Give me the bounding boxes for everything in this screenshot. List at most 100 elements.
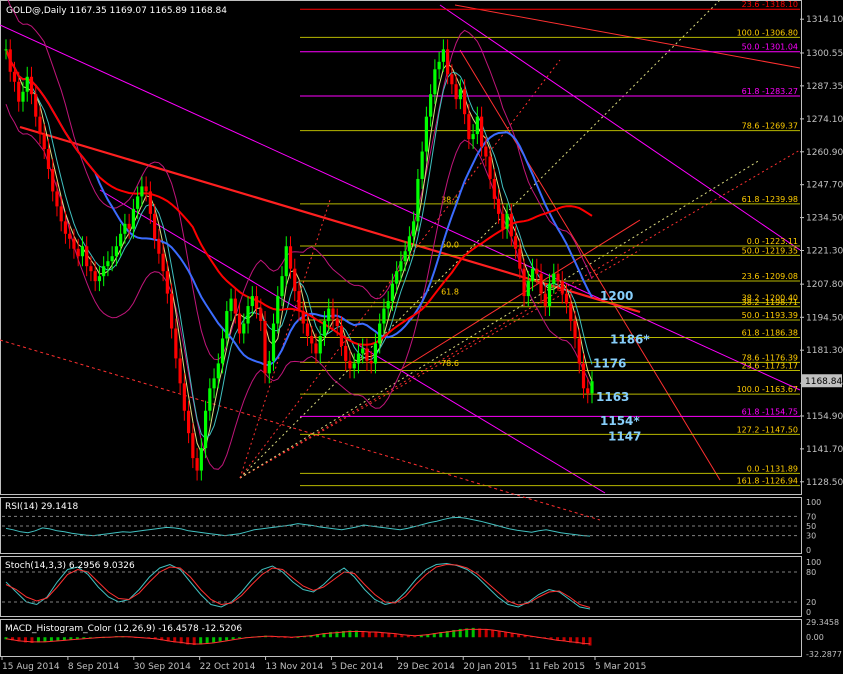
candle-body: [153, 213, 157, 239]
fib-level-label: 61.8 -1186.38: [742, 329, 798, 338]
candle-body: [488, 156, 492, 179]
time-tick-label: 30 Sep 2014: [134, 662, 191, 672]
macd-histogram-bar: [225, 637, 229, 641]
candle-body: [229, 298, 233, 312]
candle-body: [59, 206, 63, 222]
candle-body: [284, 246, 288, 277]
candle-body: [475, 116, 479, 135]
candle-body: [581, 363, 586, 389]
candle-body: [46, 149, 51, 169]
candle-body: [12, 71, 17, 82]
candle-body: [547, 283, 552, 307]
candle-body: [157, 238, 161, 254]
rsi-level-label: 100: [806, 498, 821, 507]
candle-body: [216, 363, 220, 379]
main-trend-line: [19, 125, 641, 314]
macd-histogram-bar: [212, 637, 216, 643]
candle-body: [199, 448, 203, 471]
fib-level-label: 61.8 -1283.27: [742, 87, 798, 96]
candle-body: [237, 313, 242, 334]
candle-body: [513, 236, 518, 249]
price-tick-label: 1234.50: [806, 214, 843, 224]
candle-body: [174, 328, 178, 359]
candle-body: [259, 308, 263, 322]
candle-body: [378, 323, 382, 344]
candle-body: [288, 246, 293, 269]
candle-body: [437, 61, 441, 70]
price-axis: 1314.10 1300.55 1287.35 1274.10 1260.90 1247.…: [800, 15, 843, 488]
macd-histogram-bar: [393, 634, 397, 638]
inner-fib-label: 78.6: [441, 359, 459, 368]
macd-tick-label: 0.00: [806, 633, 824, 642]
candle-body: [467, 114, 471, 140]
price-tick-label: 1221.30: [806, 246, 843, 256]
fib-level-label: 50.0 -1193.39: [742, 311, 798, 320]
macd-histogram-bar: [484, 628, 488, 638]
candle-body: [433, 69, 437, 95]
candle-body: [80, 246, 85, 257]
candle-body: [263, 321, 267, 374]
candle-body: [246, 306, 250, 324]
stoch-level-label: 0: [806, 608, 811, 617]
time-tick-label: 5 Mar 2015: [595, 662, 646, 672]
rsi-level-label: 30: [806, 532, 816, 541]
candle-body: [42, 134, 46, 150]
candle-body: [140, 186, 144, 197]
candle-body: [335, 318, 339, 327]
candle-body: [233, 298, 237, 314]
candle-body: [4, 49, 8, 51]
price-tick-label: 1154.90: [806, 412, 843, 422]
candle-body: [344, 345, 348, 361]
candle-body: [331, 308, 335, 319]
macd-histogram-bar: [49, 637, 53, 642]
fib-level-label: 127.2 -1147.50: [737, 425, 798, 434]
candle-body: [93, 271, 97, 282]
target-label: 1200: [600, 289, 633, 303]
candle-body: [586, 388, 590, 394]
price-tick-label: 1247.70: [806, 181, 843, 191]
candle-body: [123, 223, 127, 234]
fib-level-label: 61.8 -1239.98: [742, 195, 798, 204]
candle-body: [297, 291, 301, 312]
price-tick-label: 1128.50: [806, 478, 843, 488]
candle-body: [310, 335, 314, 344]
macd-histogram-bar: [387, 633, 391, 638]
candle-body: [484, 146, 488, 157]
candle-body: [21, 91, 25, 102]
candle-body: [55, 191, 59, 207]
time-axis: 15 Aug 2014 8 Sep 2014 30 Sep 2014 22 Oct 2…: [1, 656, 646, 672]
fib-level-label: 100.0 -1306.80: [737, 28, 798, 37]
candle-body: [450, 74, 454, 85]
candle-body: [501, 213, 505, 229]
fib-level-label: 61.8 -1154.75: [742, 407, 798, 416]
candle-body: [361, 348, 365, 354]
candle-body: [314, 343, 318, 354]
price-tick-label: 1181.30: [806, 346, 843, 356]
candle-body: [72, 238, 76, 249]
candle-body: [569, 303, 573, 322]
time-tick-label: 13 Nov 2014: [266, 662, 324, 672]
target-label: 1147: [608, 430, 641, 444]
fib-level-label: 23.6 -1318.10: [742, 0, 798, 9]
candle-body: [208, 388, 212, 411]
macd-title: MACD_Histogram_Color (12,26,9) -16.4578 …: [5, 624, 242, 634]
rsi-line: [5, 516, 591, 537]
candle-body: [68, 233, 72, 239]
fib-level-label: 38.2 -1198.71: [742, 298, 798, 307]
candle-body: [518, 248, 522, 269]
fib-level-label: 50.0 -1219.35: [742, 246, 798, 255]
candle-body: [446, 49, 450, 75]
candle-body: [382, 308, 386, 324]
time-tick-label: 22 Oct 2014: [200, 662, 256, 672]
candle-body: [114, 246, 119, 257]
current-price-label: 1168.84: [805, 377, 842, 387]
macd-histogram-bar: [218, 637, 222, 642]
candle-body: [267, 360, 271, 374]
candle-body: [441, 49, 445, 62]
candle-body: [492, 178, 496, 199]
time-tick-label: 5 Dec 2014: [331, 662, 383, 672]
rsi-level-label: 0: [806, 546, 811, 555]
candle-body: [51, 168, 55, 192]
fib-level-label: 0.0 -1223.11: [747, 237, 798, 246]
candle-body: [186, 410, 191, 434]
